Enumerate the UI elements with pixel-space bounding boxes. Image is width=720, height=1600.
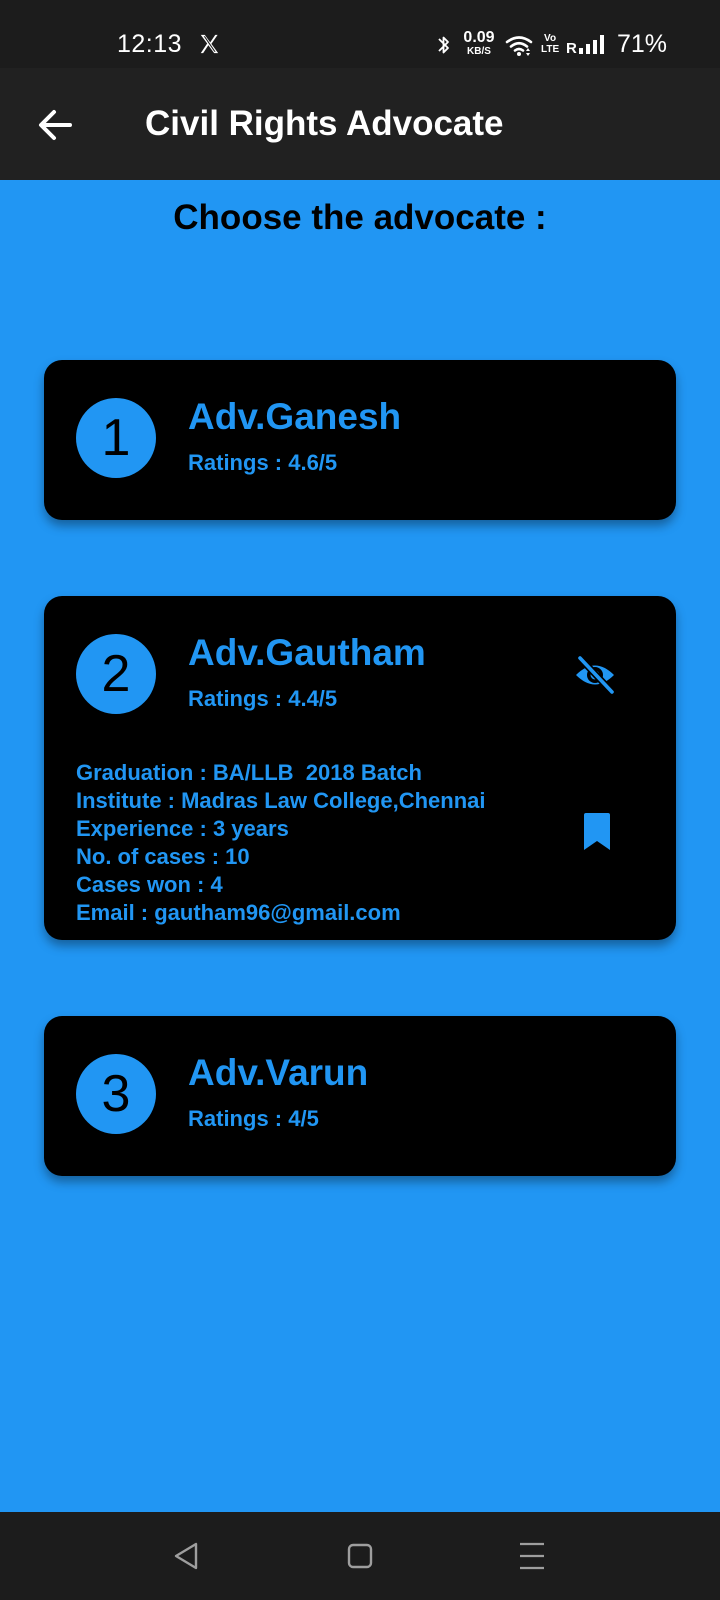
network-speed-value: 0.09 [463,29,495,46]
volte-top: Vo [544,33,557,44]
detail-institute: Institute : Madras Law College,Chennai [76,788,486,813]
signal-icon: R [566,35,604,56]
wifi-icon [505,36,533,56]
advocate-card[interactable]: 1 Adv.Ganesh Ratings : 4.6/5 [44,360,676,520]
network-speed: 0.09 KB/S [460,30,498,57]
svg-text:R: R [566,40,577,56]
eye-off-icon[interactable] [572,652,618,698]
advocate-number-badge: 2 [76,634,156,714]
bluetooth-icon [438,36,449,54]
advocate-rating: Ratings : 4/5 [188,1106,319,1131]
advocate-card[interactable]: 3 Adv.Varun Ratings : 4/5 [44,1016,676,1176]
advocate-details: Graduation : BA/LLB 2018 Batch Institute… [76,759,486,927]
page-heading: Choose the advocate : [173,198,547,237]
triangle-back-icon[interactable] [164,1534,208,1578]
advocate-card-expanded[interactable]: 2 Adv.Gautham Ratings : 4.4/5 Graduation… [44,596,676,940]
network-speed-unit: KB/S [467,46,491,57]
advocate-name: Adv.Varun [188,1052,369,1093]
advocate-name: Adv.Ganesh [188,396,402,437]
battery-level: 71% [617,30,668,58]
detail-cases: No. of cases : 10 [76,844,250,869]
advocate-number-badge: 3 [76,1054,156,1134]
detail-experience: Experience : 3 years [76,816,289,841]
detail-cases-won: Cases won : 4 [76,872,223,897]
app-bar: Civil Rights Advocate [0,68,720,180]
status-time: 12:13 [117,30,183,58]
system-nav-bar [0,1512,720,1600]
status-bar: 12:13 0.09 KB/S Vo LTE R 71% [0,0,720,68]
x-logo-icon [200,34,219,54]
advocate-rating: Ratings : 4.6/5 [188,450,338,475]
volte-bottom: LTE [541,44,560,55]
bookmark-icon[interactable] [582,812,612,852]
detail-email[interactable]: Email : gautham96@gmail.com [76,899,486,927]
advocate-name: Adv.Gautham [188,632,426,673]
advocate-number-badge: 1 [76,398,156,478]
arrow-left-icon[interactable] [34,105,78,145]
menu-lines-icon[interactable] [510,1534,554,1578]
volte-indicator: Vo LTE [541,33,559,55]
advocate-rating: Ratings : 4.4/5 [188,686,338,711]
detail-graduation: Graduation : BA/LLB 2018 Batch [76,760,422,785]
app-title: Civil Rights Advocate [145,104,504,143]
square-home-icon[interactable] [338,1534,382,1578]
